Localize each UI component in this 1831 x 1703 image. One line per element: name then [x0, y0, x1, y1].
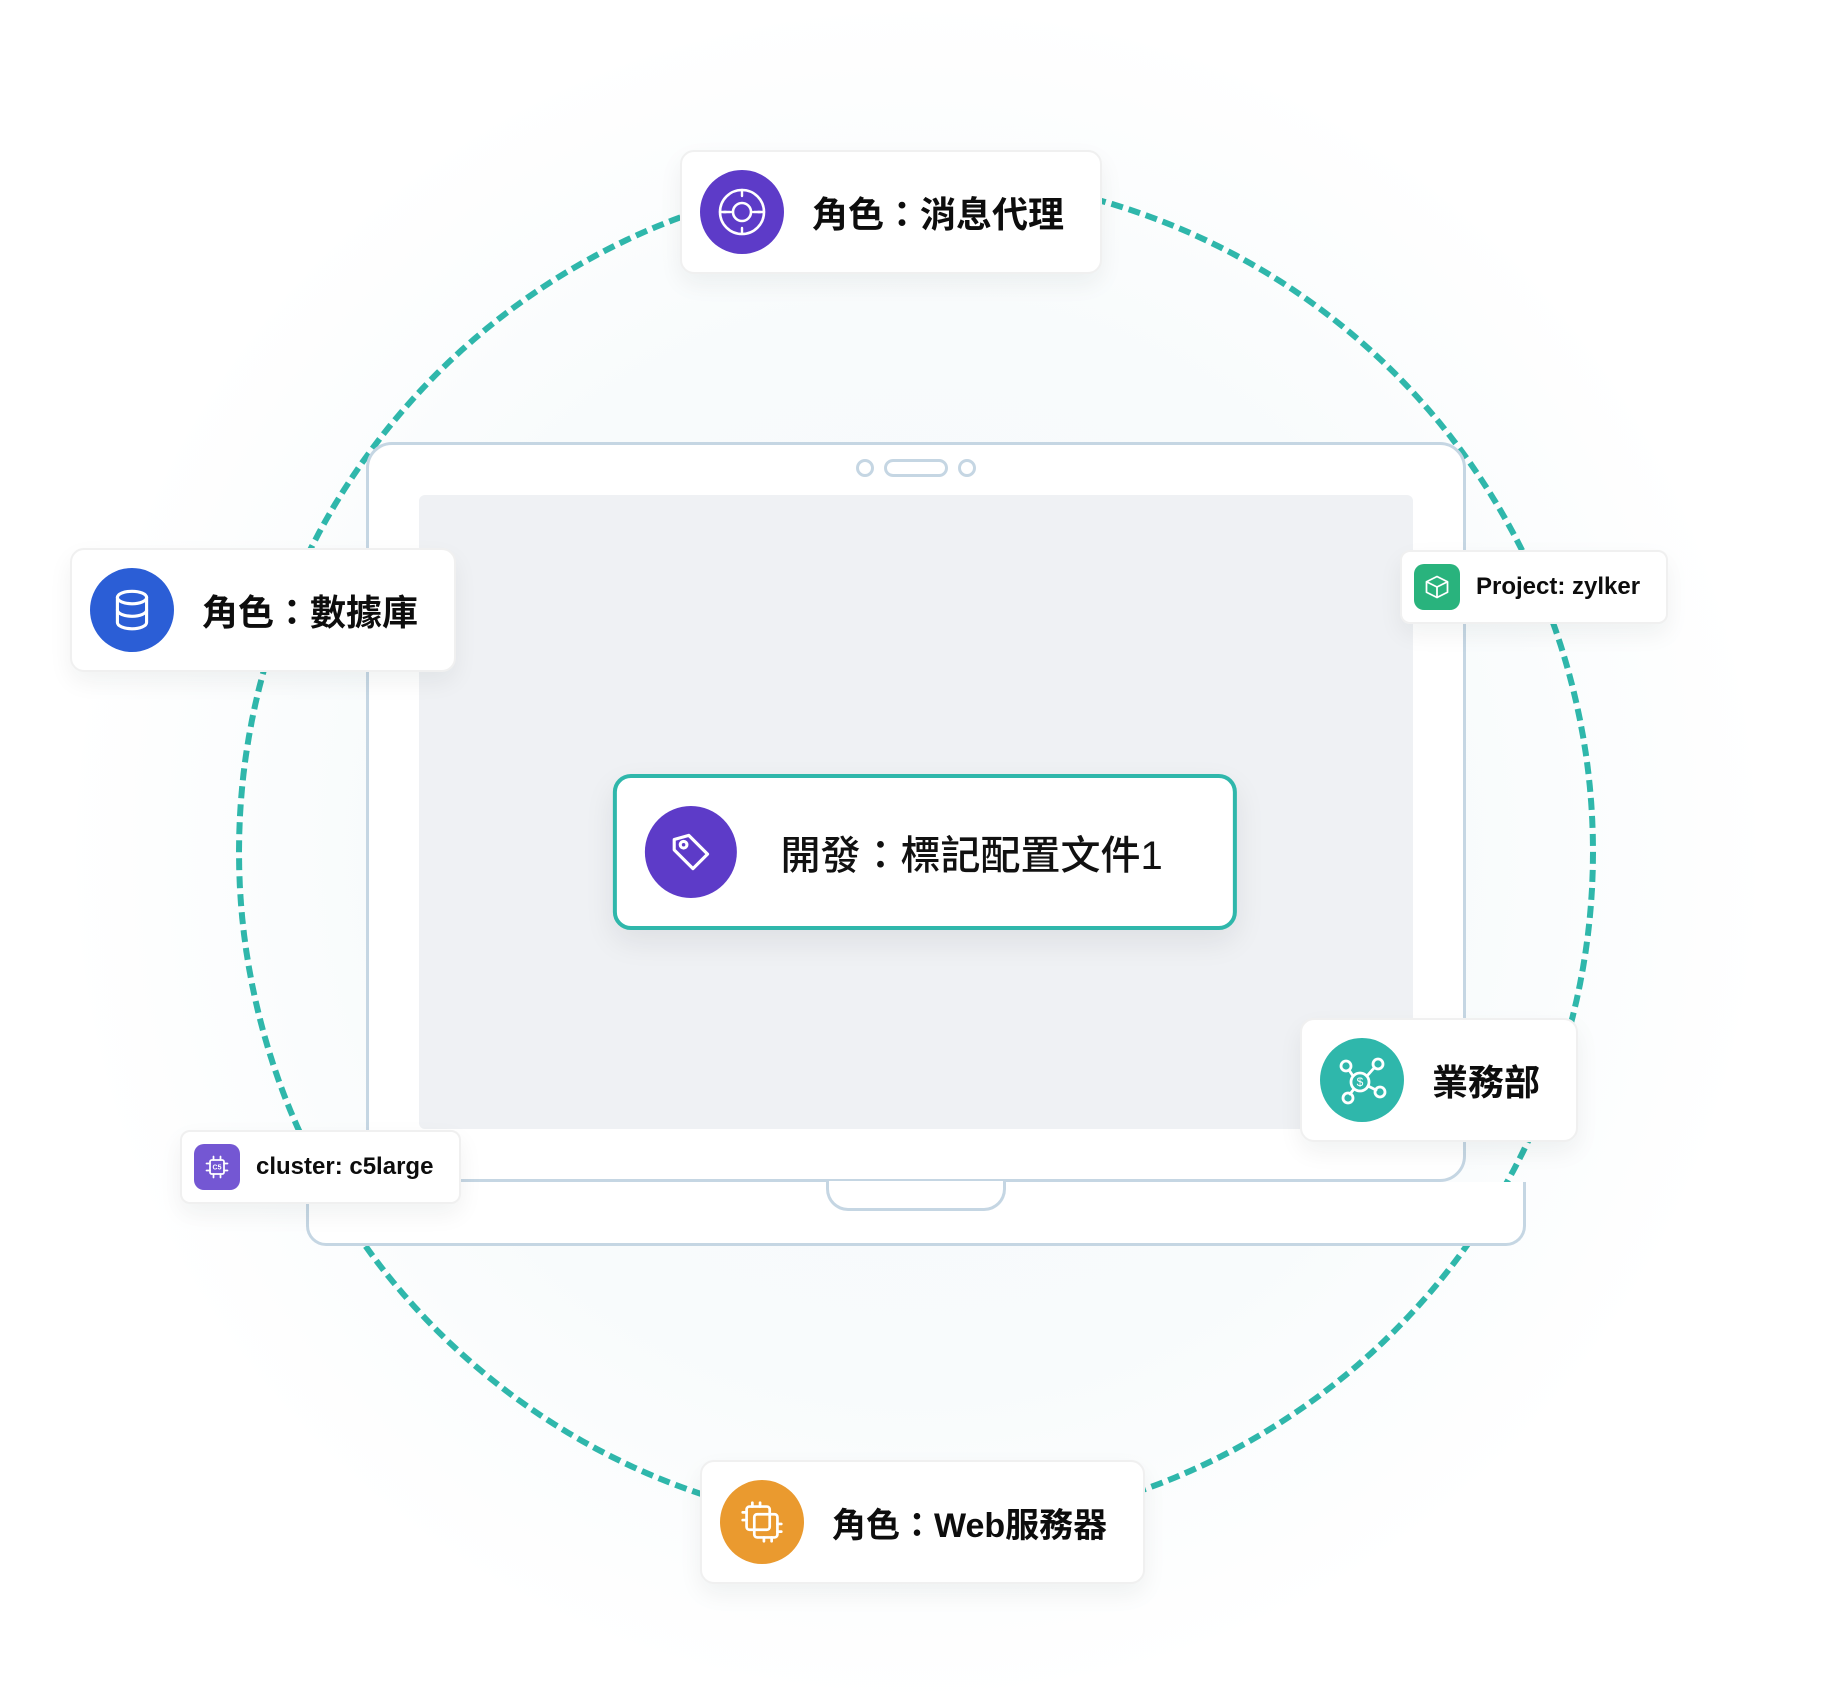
servers-icon	[720, 1480, 804, 1564]
cube-icon	[1414, 564, 1460, 610]
node-label: 角色：消息代理	[812, 186, 1064, 238]
node-label: 業務部	[1432, 1054, 1540, 1106]
node-label: 角色：Web服務器	[832, 1498, 1107, 1547]
node-message-broker: 角色：消息代理	[680, 150, 1102, 274]
message-broker-icon	[700, 170, 784, 254]
diagram-stage: 開發：標記配置文件1 角色：消息代理 角色：數據庫	[0, 0, 1831, 1703]
node-project: Project: zylker	[1400, 550, 1668, 624]
center-node: 開發：標記配置文件1	[613, 774, 1237, 930]
node-business: $ 業務部	[1300, 1018, 1578, 1142]
cpu-icon: C5	[194, 1144, 240, 1190]
node-label: 角色：數據庫	[202, 584, 418, 636]
laptop-hinge	[826, 1181, 1006, 1211]
tag-icon	[645, 806, 737, 898]
database-icon	[90, 568, 174, 652]
node-label: cluster: c5large	[256, 1153, 433, 1181]
node-label: Project: zylker	[1476, 573, 1640, 601]
node-web-server: 角色：Web服務器	[700, 1460, 1145, 1584]
svg-text:C5: C5	[213, 1165, 222, 1172]
node-cluster: C5 cluster: c5large	[180, 1130, 461, 1204]
center-node-label: 開發：標記配置文件1	[781, 823, 1163, 881]
network-money-icon: $	[1320, 1038, 1404, 1122]
node-database: 角色：數據庫	[70, 548, 456, 672]
svg-text:$: $	[1357, 1075, 1364, 1089]
laptop-camera-row	[856, 459, 976, 477]
